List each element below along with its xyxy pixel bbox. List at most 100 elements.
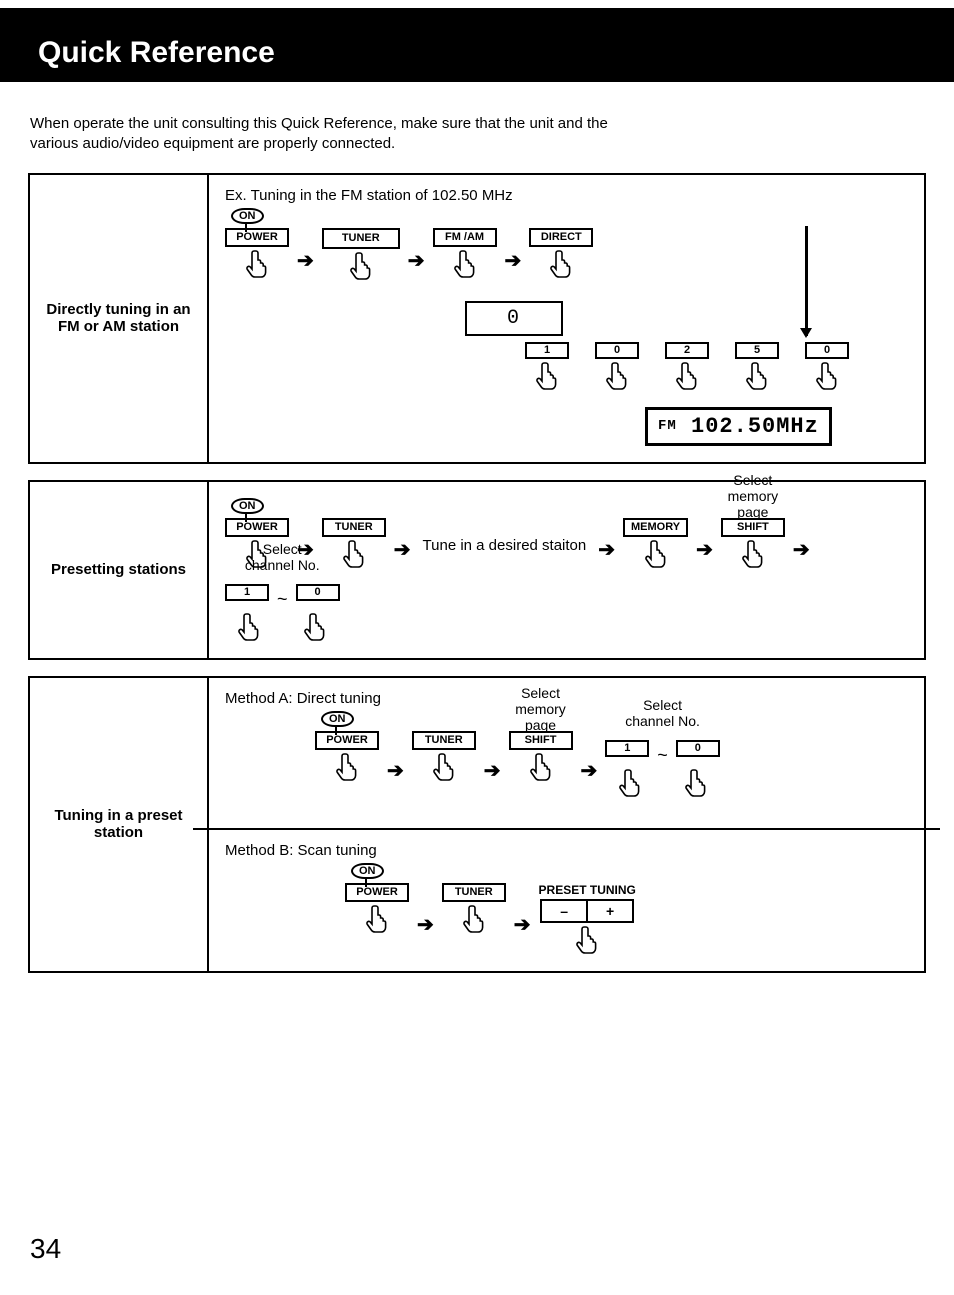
digit-button[interactable]: 0 <box>676 740 720 757</box>
arrow-icon: ➔ <box>385 758 406 783</box>
plus-button[interactable]: + <box>588 901 632 921</box>
tilde: ~ <box>273 589 292 610</box>
hand-icon <box>643 539 669 569</box>
hand-icon <box>740 539 766 569</box>
panel-label: Presetting stations <box>30 482 209 658</box>
hand-icon <box>744 361 770 391</box>
hand-icon <box>431 752 457 782</box>
arrow-icon: ➔ <box>392 537 413 562</box>
tuner-button[interactable]: TUNER <box>442 883 506 902</box>
step-channel: Select channel No. 1 ~ 0 <box>225 575 340 642</box>
step-channel: Select channel No. 1 ~ 0 <box>605 731 720 798</box>
panel-tuning-preset: Tuning in a preset station Method A: Dir… <box>28 676 926 973</box>
example-text: Ex. Tuning in the FM station of 102.50 M… <box>225 187 908 204</box>
step-power: ON POWER <box>345 883 409 934</box>
hand-icon <box>302 612 328 642</box>
preset-tuning-button[interactable]: – + <box>540 899 634 923</box>
hand-icon <box>574 925 600 955</box>
digit-button[interactable]: 0 <box>595 342 639 359</box>
digit-button[interactable]: 1 <box>225 584 269 601</box>
hand-icon <box>814 361 840 391</box>
panel-direct-tuning: Directly tuning in an FM or AM station E… <box>28 173 926 464</box>
digit-button[interactable]: 1 <box>605 740 649 757</box>
minus-button[interactable]: – <box>542 901 588 921</box>
step-power: ON POWER <box>315 731 379 782</box>
power-button[interactable]: POWER <box>345 883 409 902</box>
hand-icon <box>683 768 709 798</box>
power-button[interactable]: POWER <box>225 228 289 247</box>
caption-channel: Select channel No. <box>237 541 327 573</box>
frequency-display: FM 102.50MHz <box>645 407 832 446</box>
hand-icon <box>604 361 630 391</box>
hand-icon <box>461 904 487 934</box>
step-fmam: FM /AM <box>433 228 497 279</box>
digit-button[interactable]: 2 <box>665 342 709 359</box>
header-bar: Quick Reference <box>0 8 954 82</box>
caption-memory: Select memory page <box>713 472 793 520</box>
tune-text: Tune in a desired staiton <box>419 537 591 555</box>
tilde: ~ <box>653 745 672 766</box>
page-number: 34 <box>30 1233 61 1265</box>
power-button[interactable]: POWER <box>315 731 379 750</box>
digit-button[interactable]: 5 <box>735 342 779 359</box>
hand-icon <box>236 612 262 642</box>
fmam-button[interactable]: FM /AM <box>433 228 497 247</box>
tuner-button[interactable]: TUNER <box>322 228 400 249</box>
hand-icon <box>452 249 478 279</box>
on-label: ON <box>231 208 264 224</box>
digit-button[interactable]: 0 <box>805 342 849 359</box>
arrow-icon: ➔ <box>482 758 503 783</box>
on-label: ON <box>351 863 384 879</box>
hand-icon <box>348 251 374 281</box>
step-tuner: TUNER <box>412 731 476 782</box>
step-tuner: TUNER <box>322 228 400 281</box>
panel-presetting: Presetting stations ON POWER ➔ TUNER ➔ T… <box>28 480 926 660</box>
hand-icon <box>334 752 360 782</box>
step-tuner: TUNER <box>442 883 506 934</box>
hand-icon <box>548 249 574 279</box>
step-memory: MEMORY <box>623 518 688 569</box>
arrow-icon: ➔ <box>694 537 715 562</box>
digit-display: 0 <box>465 301 563 336</box>
arrow-icon: ➔ <box>503 248 524 273</box>
power-button[interactable]: POWER <box>225 518 289 537</box>
step-shift: Select memory page SHIFT <box>721 518 785 569</box>
arrow-icon: ➔ <box>295 248 316 273</box>
shift-button[interactable]: SHIFT <box>721 518 785 537</box>
method-b-label: Method B: Scan tuning <box>225 842 908 859</box>
tuner-button[interactable]: TUNER <box>322 518 386 537</box>
digit-button[interactable]: 0 <box>296 584 340 601</box>
on-label: ON <box>321 711 354 727</box>
arrow-icon: ➔ <box>512 912 533 937</box>
digit-row: 1 0 2 5 0 <box>525 342 908 391</box>
intro-text: When operate the unit consulting this Qu… <box>30 114 650 155</box>
page-title: Quick Reference <box>38 36 954 70</box>
direct-button[interactable]: DIRECT <box>529 228 593 247</box>
panel-label: Directly tuning in an FM or AM station <box>30 175 209 462</box>
arrow-icon: ➔ <box>579 758 600 783</box>
step-preset: PRESET TUNING – + <box>539 883 636 955</box>
arrow-icon: ➔ <box>406 248 427 273</box>
panel-label: Tuning in a preset station <box>30 678 209 971</box>
shift-button[interactable]: SHIFT <box>509 731 573 750</box>
tuner-button[interactable]: TUNER <box>412 731 476 750</box>
hand-icon <box>528 752 554 782</box>
hand-icon <box>341 539 367 569</box>
memory-button[interactable]: MEMORY <box>623 518 688 537</box>
step-direct: DIRECT <box>529 228 593 279</box>
hand-icon <box>244 249 270 279</box>
arrow-icon: ➔ <box>791 537 812 562</box>
arrow-icon: ➔ <box>596 537 617 562</box>
caption-channel: Select channel No. <box>618 697 708 729</box>
step-shift: Select memory page SHIFT <box>509 731 573 782</box>
hand-icon <box>534 361 560 391</box>
digit-button[interactable]: 1 <box>525 342 569 359</box>
arrow-icon: ➔ <box>415 912 436 937</box>
preset-tuning-label: PRESET TUNING <box>539 883 636 897</box>
step-power: ON POWER <box>225 228 289 279</box>
caption-memory: Select memory page <box>501 685 581 733</box>
step-tuner: TUNER <box>322 518 386 569</box>
hand-icon <box>364 904 390 934</box>
hand-icon <box>617 768 643 798</box>
hand-icon <box>674 361 700 391</box>
